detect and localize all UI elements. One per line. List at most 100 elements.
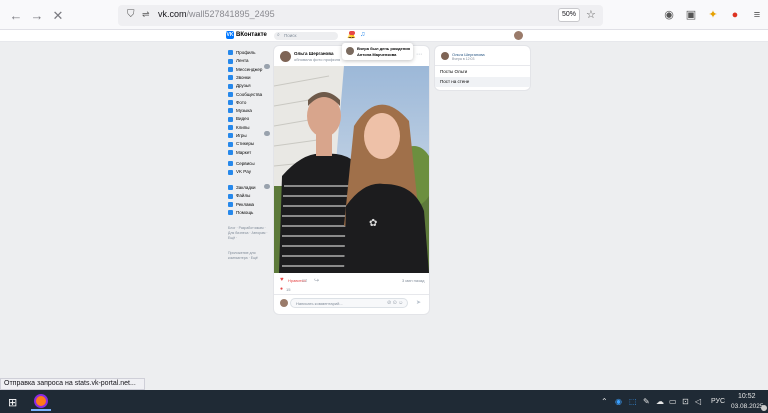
notification-center-icon[interactable] — [761, 405, 767, 411]
sidebar-item-label: Клипы — [236, 124, 250, 130]
search-icon: ⌕ — [277, 32, 280, 38]
sidebar-item-menu2-1[interactable]: VK Pay — [228, 168, 251, 176]
side-card: Ольга Шерганова Вчера в 12:03 Посты Ольг… — [435, 46, 530, 90]
footer-links[interactable]: Блог · Разработчикам · Для бизнеса · Авт… — [228, 226, 272, 241]
sidebar-item-menu-12[interactable]: Маркет — [228, 149, 251, 157]
sidebar-item-label: VK Pay — [236, 169, 252, 175]
addon-badge-icon[interactable]: ● — [728, 8, 742, 22]
extension-icon[interactable]: ✦ — [706, 8, 720, 22]
notification-badge — [349, 31, 355, 35]
birthday-tooltip[interactable]: Вчера был день рождения Антона Марченков… — [342, 43, 413, 60]
forward-icon[interactable]: → — [29, 8, 45, 24]
clock-date[interactable]: 03.08.2025 — [731, 403, 764, 410]
comment-icon[interactable]: ▭ — [302, 277, 308, 284]
sidebar-item-menu3-0[interactable]: Закладки — [228, 184, 255, 192]
like-icon[interactable]: ♥ — [280, 277, 284, 283]
url-text: vk.com/wall527841895_2495 — [158, 9, 275, 19]
post-subtitle: обновила фото профиля — [294, 57, 341, 62]
sidebar-item-menu-2[interactable]: Мессенджер — [228, 66, 262, 74]
send-icon[interactable]: ➤ — [416, 299, 421, 306]
volume-icon[interactable]: ◁ — [695, 397, 701, 406]
shield-icon[interactable]: ⛉ — [127, 9, 135, 20]
bookmark-star-icon[interactable]: ☆ — [586, 8, 596, 21]
sidebar-item-menu-1[interactable]: Лента — [228, 57, 248, 65]
tray-pen-icon[interactable]: ✎ — [643, 397, 650, 406]
sidebar-item-icon — [228, 210, 233, 216]
sidebar-item-label: Мессенджер — [236, 66, 263, 72]
tray-cloud-icon[interactable]: ☁ — [656, 397, 664, 406]
sidebar-item-menu-8[interactable]: Видео — [228, 115, 249, 123]
games-counter — [264, 131, 270, 136]
attach-icon[interactable]: ⊘ ⊙ ☺ — [387, 300, 403, 306]
tooltip-title: Вчера был день рождения — [357, 46, 410, 51]
post-photo[interactable]: ✿ — [274, 66, 429, 273]
likes-count[interactable]: 15 — [286, 287, 290, 292]
battery-icon[interactable]: ▭ — [669, 397, 677, 406]
browser-toolbar: ← → ✕ ⛉ ⇌ vk.com/wall527841895_2495 50% … — [0, 0, 768, 30]
extensions-icon[interactable]: ▣ — [684, 8, 698, 22]
sidebar-item-icon — [228, 125, 233, 130]
post-author[interactable]: Ольга Шерганова — [294, 51, 334, 56]
tray-app-icon[interactable]: ◉ — [615, 397, 622, 406]
sidebar-item-icon — [228, 66, 233, 72]
url-bar[interactable]: ⛉ ⇌ vk.com/wall527841895_2495 50% ☆ — [118, 5, 603, 26]
sidebar-item-menu-10[interactable]: Игры — [228, 132, 247, 140]
sidebar-item-menu-5[interactable]: Сообщества — [228, 91, 262, 99]
sidebar-item-label: Фото — [236, 99, 247, 105]
sidebar-item-menu-9[interactable]: Клипы — [228, 124, 249, 132]
avatar[interactable] — [514, 31, 523, 40]
comment-input[interactable]: Написать комментарий... ⊘ ⊙ ☺ — [290, 298, 408, 308]
side-link-wall[interactable]: Пост на стене — [440, 79, 469, 84]
tray-snip-icon[interactable]: ⬚ — [629, 397, 637, 406]
menu-icon[interactable]: ≡ — [750, 8, 764, 22]
comment-avatar — [280, 299, 288, 307]
language-indicator[interactable]: РУС — [711, 398, 725, 405]
sidebar-item-menu2-0[interactable]: Сервисы — [228, 160, 255, 168]
sidebar-item-menu3-1[interactable]: Файлы — [228, 192, 250, 200]
sidebar-item-icon — [228, 141, 233, 147]
reactions-icon: ● — [280, 286, 284, 292]
vk-logo-text[interactable]: ВКонтакте — [236, 32, 267, 38]
sidebar-item-icon — [228, 133, 233, 139]
sidebar-item-icon — [228, 50, 233, 56]
more-icon[interactable]: ⋯ — [416, 51, 422, 58]
bookmarks-counter — [264, 184, 270, 189]
account-icon[interactable]: ◉ — [662, 8, 676, 22]
sidebar-item-menu-3[interactable]: Звонки — [228, 74, 251, 82]
windows-start-icon[interactable]: ⊞ — [8, 396, 17, 409]
sidebar-item-icon — [228, 100, 233, 106]
sidebar-item-label: Сервисы — [236, 161, 255, 166]
sidebar-item-menu-6[interactable]: Фото — [228, 99, 246, 107]
tray-expand-icon[interactable]: ⌃ — [601, 397, 608, 406]
sidebar-item-menu3-2[interactable]: Реклама — [228, 201, 254, 209]
sidebar-item-icon — [228, 149, 233, 155]
comment-placeholder: Написать комментарий... — [296, 301, 343, 306]
music-icon[interactable]: ♫ — [360, 31, 365, 38]
firefox-icon[interactable] — [34, 394, 48, 408]
side-link-posts[interactable]: Посты Ольги — [440, 69, 467, 74]
share-icon[interactable]: ↪ — [314, 277, 319, 284]
sidebar-item-menu3-3[interactable]: Помощь — [228, 209, 253, 217]
network-icon[interactable]: ⊡ — [682, 397, 689, 406]
sidebar-item-menu-0[interactable]: Профиль — [228, 49, 255, 57]
back-icon[interactable]: ← — [8, 8, 24, 24]
sidebar-item-menu-11[interactable]: Стикеры — [228, 140, 254, 148]
tooltip-name[interactable]: Антона Марченкова — [357, 52, 396, 57]
sidebar-item-label: Видео — [236, 116, 250, 122]
sidebar-item-label: Стикеры — [236, 141, 255, 147]
vk-logo-icon[interactable]: VK — [226, 31, 234, 39]
sidebar-item-icon — [228, 58, 233, 64]
clock-time[interactable]: 10:52 — [738, 393, 756, 400]
sidebar-item-menu-7[interactable]: Музыка — [228, 107, 252, 115]
zoom-badge[interactable]: 50% — [558, 8, 580, 22]
search-input[interactable]: ⌕ Поиск — [274, 32, 338, 40]
sidebar-item-label: Закладки — [236, 185, 256, 190]
active-indicator — [31, 409, 51, 411]
stop-icon[interactable]: ✕ — [50, 8, 66, 24]
author-avatar[interactable] — [280, 51, 291, 62]
site-info-icon[interactable]: ⇌ — [142, 9, 150, 20]
footer-app-link[interactable]: Приложение для компьютера · Ещё — [228, 251, 272, 261]
sidebar-item-icon — [228, 108, 233, 114]
post-time: 3 мин назад — [402, 278, 425, 283]
sidebar-item-menu-4[interactable]: Друзья — [228, 82, 251, 90]
